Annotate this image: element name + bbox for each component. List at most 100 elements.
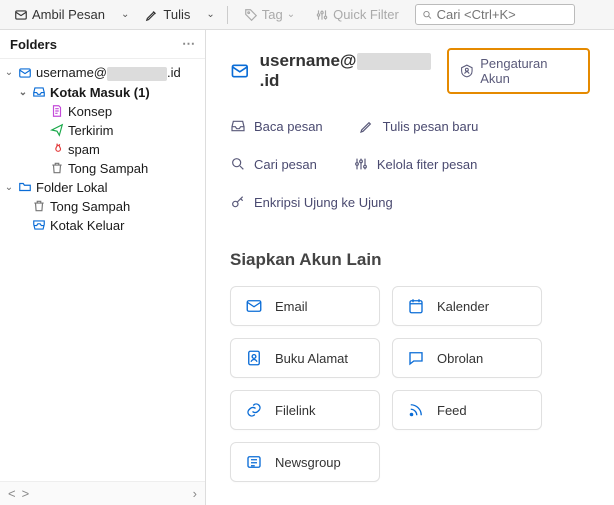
outbox-label: Kotak Keluar <box>50 218 124 233</box>
get-messages-button[interactable]: Ambil Pesan <box>6 4 113 25</box>
quick-filter-button[interactable]: Quick Filter <box>307 4 407 25</box>
quick-filter-label: Quick Filter <box>333 7 399 22</box>
setup-chat-card[interactable]: Obrolan <box>392 338 542 378</box>
local-folders-row[interactable]: ⌄ Folder Lokal <box>0 178 205 197</box>
setup-calendar-label: Kalender <box>437 299 489 314</box>
toolbar: Ambil Pesan ⌄ Tulis ⌄ Tag ⌄ Quick Filter <box>0 0 614 30</box>
trash-icon <box>50 161 64 175</box>
toolbar-separator <box>227 6 228 24</box>
manage-filters-label: Kelola fiter pesan <box>377 157 477 172</box>
setup-contacts-label: Buku Alamat <box>275 351 348 366</box>
chat-icon <box>407 349 425 367</box>
addressbook-icon <box>245 349 263 367</box>
pencil-icon <box>145 8 159 22</box>
setup-calendar-card[interactable]: Kalender <box>392 286 542 326</box>
newsgroup-icon <box>245 453 263 471</box>
setup-cards: Email Kalender Buku Alamat Obrolan Filel… <box>230 286 590 482</box>
inbox-icon <box>230 118 246 134</box>
footer-right-arrow[interactable]: › <box>193 486 197 501</box>
account-row[interactable]: ⌄ username@.id <box>0 63 205 83</box>
setup-contacts-card[interactable]: Buku Alamat <box>230 338 380 378</box>
get-messages-dropdown[interactable]: ⌄ <box>117 9 133 20</box>
tag-icon <box>244 8 258 22</box>
setup-newsgroup-label: Newsgroup <box>275 455 341 470</box>
spam-row[interactable]: spam <box>0 140 205 159</box>
search-messages-label: Cari pesan <box>254 157 317 172</box>
setup-feed-label: Feed <box>437 403 467 418</box>
account-heading: username@.id <box>230 51 447 91</box>
key-icon <box>230 194 246 210</box>
read-messages-label: Baca pesan <box>254 119 323 134</box>
compose-label: Tulis pesan baru <box>383 119 479 134</box>
filter-icon <box>315 8 329 22</box>
folder-tree: ⌄ username@.id ⌄ Kotak Masuk (1) Konsep … <box>0 59 205 481</box>
setup-newsgroup-card[interactable]: Newsgroup <box>230 442 380 482</box>
setup-feed-card[interactable]: Feed <box>392 390 542 430</box>
calendar-icon <box>407 297 425 315</box>
account-central: username@.id Pengaturan Akun Baca pesan … <box>206 30 614 505</box>
search-messages-link[interactable]: Cari pesan <box>230 156 317 172</box>
inbox-icon <box>32 85 46 99</box>
sent-icon <box>50 123 64 137</box>
account-settings-button[interactable]: Pengaturan Akun <box>447 48 590 94</box>
twisty-down-icon[interactable]: ⌄ <box>18 87 28 98</box>
folder-pane: Folders ⋯ ⌄ username@.id ⌄ Kotak Masuk (… <box>0 30 206 505</box>
rss-icon <box>407 401 425 419</box>
search-input[interactable] <box>437 7 568 22</box>
tag-label: Tag <box>262 7 283 22</box>
folder-pane-menu[interactable]: ⋯ <box>182 36 195 52</box>
local-trash-row[interactable]: Tong Sampah <box>0 197 205 216</box>
write-label: Tulis <box>163 7 190 22</box>
folder-pane-footer: <> › <box>0 481 205 505</box>
sliders-icon <box>353 156 369 172</box>
get-messages-label: Ambil Pesan <box>32 7 105 22</box>
sent-row[interactable]: Terkirim <box>0 121 205 140</box>
account-label: username@.id <box>36 65 181 81</box>
read-messages-link[interactable]: Baca pesan <box>230 118 323 134</box>
mail-icon <box>245 297 263 315</box>
footer-arrows[interactable]: <> <box>8 486 29 501</box>
mail-account-icon <box>18 66 32 80</box>
manage-filters-link[interactable]: Kelola fiter pesan <box>353 156 477 172</box>
search-icon <box>230 156 246 172</box>
outbox-row[interactable]: Kotak Keluar <box>0 216 205 235</box>
flame-icon <box>50 142 64 156</box>
local-trash-label: Tong Sampah <box>50 199 130 214</box>
drafts-row[interactable]: Konsep <box>0 102 205 121</box>
sent-label: Terkirim <box>68 123 114 138</box>
document-icon <box>50 104 64 118</box>
setup-chat-label: Obrolan <box>437 351 483 366</box>
user-settings-icon <box>459 63 475 79</box>
inbox-download-icon <box>14 8 28 22</box>
setup-another-title: Siapkan Akun Lain <box>230 250 590 270</box>
twisty-down-icon[interactable]: ⌄ <box>4 182 14 193</box>
tag-button[interactable]: Tag ⌄ <box>236 4 303 25</box>
setup-filelink-card[interactable]: Filelink <box>230 390 380 430</box>
trash-icon <box>32 199 46 213</box>
mail-icon <box>230 61 250 81</box>
account-settings-label: Pengaturan Akun <box>480 56 578 86</box>
inbox-row[interactable]: ⌄ Kotak Masuk (1) <box>0 83 205 102</box>
local-folders-label: Folder Lokal <box>36 180 108 195</box>
setup-email-card[interactable]: Email <box>230 286 380 326</box>
folder-pane-header: Folders ⋯ <box>0 30 205 59</box>
e2e-encryption-link[interactable]: Enkripsi Ujung ke Ujung <box>230 194 393 210</box>
twisty-down-icon[interactable]: ⌄ <box>4 67 14 78</box>
account-heading-text: username@.id <box>260 51 447 91</box>
trash-label: Tong Sampah <box>68 161 148 176</box>
search-field-wrap[interactable] <box>415 4 575 25</box>
spam-label: spam <box>68 142 100 157</box>
inbox-label: Kotak Masuk (1) <box>50 85 150 100</box>
account-actions: Baca pesan Tulis pesan baru Cari pesan K… <box>230 118 590 210</box>
setup-email-label: Email <box>275 299 308 314</box>
drafts-label: Konsep <box>68 104 112 119</box>
link-icon <box>245 401 263 419</box>
search-icon <box>422 9 433 21</box>
folder-pane-title: Folders <box>10 37 57 52</box>
outbox-icon <box>32 218 46 232</box>
pencil-icon <box>359 118 375 134</box>
write-button[interactable]: Tulis <box>137 4 198 25</box>
write-dropdown[interactable]: ⌄ <box>202 9 218 20</box>
compose-link[interactable]: Tulis pesan baru <box>359 118 479 134</box>
trash-row[interactable]: Tong Sampah <box>0 159 205 178</box>
